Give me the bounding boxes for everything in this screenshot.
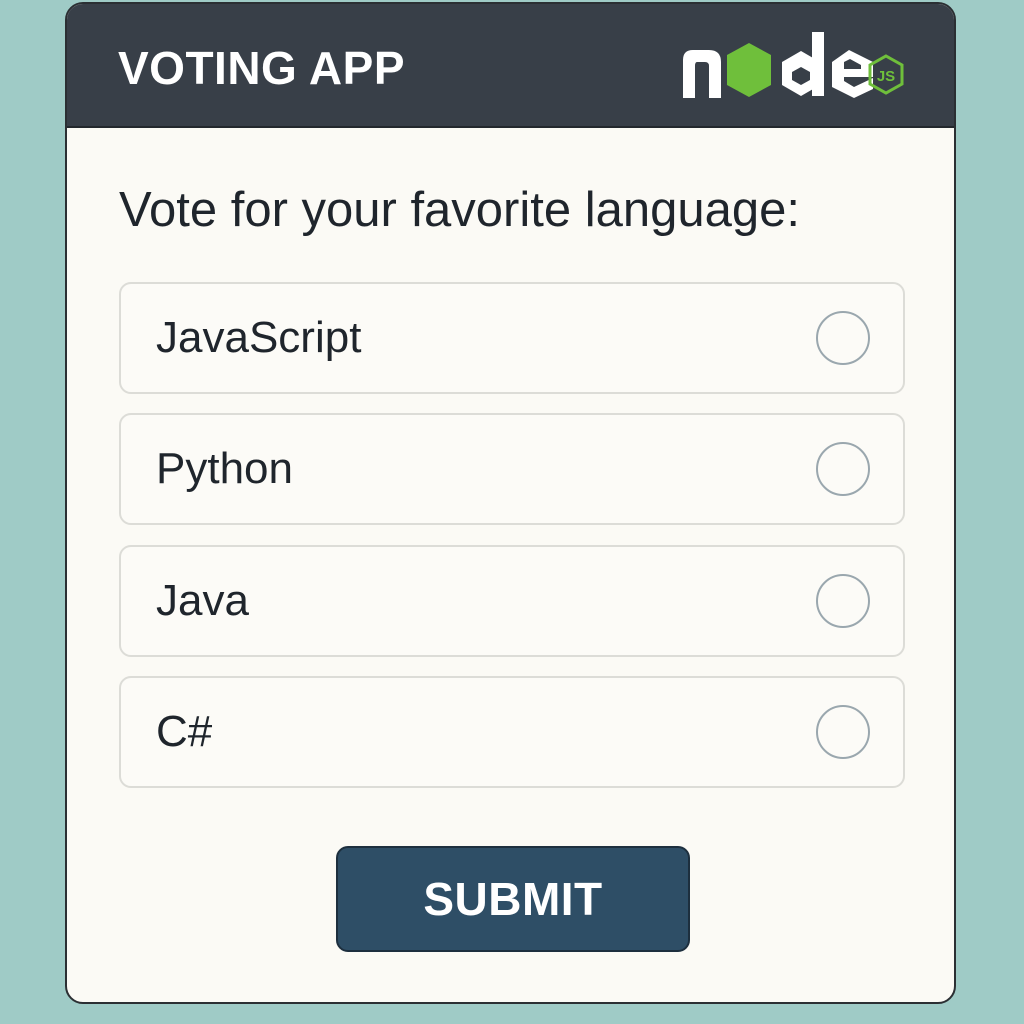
option-java[interactable]: Java	[119, 545, 905, 657]
app-title: VOTING APP	[118, 42, 405, 94]
option-label: Python	[156, 444, 293, 493]
option-label: C#	[156, 707, 213, 756]
option-csharp[interactable]: C#	[119, 676, 905, 788]
radio-java[interactable]	[816, 574, 870, 628]
radio-python[interactable]	[816, 442, 870, 496]
voting-card: VOTING APP JS Vote for your favorite lan…	[65, 2, 956, 1004]
submit-button[interactable]: SUBMIT	[336, 846, 690, 952]
nodejs-logo-icon: JS	[683, 32, 904, 98]
option-javascript[interactable]: JavaScript	[119, 282, 905, 394]
option-label: JavaScript	[156, 313, 362, 362]
app-header: VOTING APP JS	[67, 4, 954, 128]
poll-question: Vote for your favorite language:	[119, 183, 800, 237]
radio-csharp[interactable]	[816, 705, 870, 759]
svg-text:JS: JS	[877, 68, 895, 85]
radio-javascript[interactable]	[816, 311, 870, 365]
option-label: Java	[156, 576, 249, 625]
option-python[interactable]: Python	[119, 413, 905, 525]
